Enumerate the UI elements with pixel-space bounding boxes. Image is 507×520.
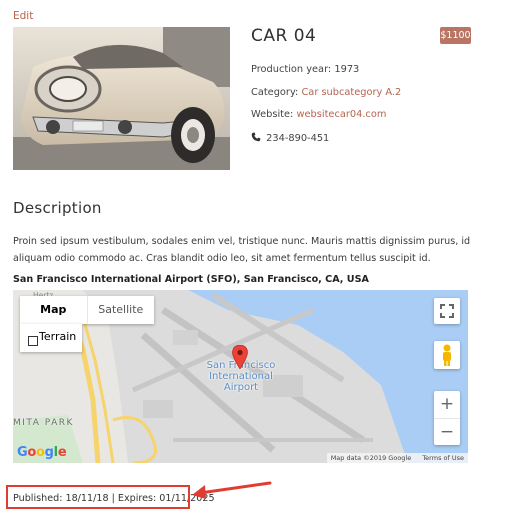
location-map[interactable]: Hertz Map Satellite Terrain + − San Fran… [13,290,468,463]
airport-label-line-3: Airport [223,382,259,393]
website-row: Website: websitecar04.com [251,109,386,120]
map-type-control: Map Satellite [20,296,154,324]
zoom-out-button[interactable]: − [434,418,460,445]
terrain-label: Terrain [39,330,77,343]
map-pin-icon[interactable] [232,345,248,369]
production-year-value: 1973 [334,64,360,75]
phone-row: 234-890-451 [251,132,329,144]
annotation-arrow-icon [192,481,272,499]
terrain-checkbox[interactable] [28,336,38,346]
category-row: Category: Car subcategory A.2 [251,87,401,98]
edit-link[interactable]: Edit [13,10,33,22]
fullscreen-icon [440,304,454,318]
description-heading: Description [13,199,102,217]
production-year-row: Production year: 1973 [251,64,359,75]
production-year-label: Production year: [251,64,332,75]
location-address: San Francisco International Airport (SFO… [13,274,369,285]
annotation-highlight-box [6,485,190,509]
category-link[interactable]: Car subcategory A.2 [301,87,401,98]
park-label: MITA PARK [13,418,74,428]
zoom-control: + − [434,391,460,445]
fullscreen-button[interactable] [434,298,460,324]
price-badge: $1100 [440,27,471,44]
zoom-in-button[interactable]: + [434,391,460,418]
phone-icon [251,132,261,142]
pegman-icon [443,344,451,366]
google-logo: Google [17,445,67,460]
terms-link[interactable]: Terms of Use [422,454,464,462]
category-label: Category: [251,87,299,98]
car-photo [13,27,230,170]
website-label: Website: [251,109,294,120]
description-text: Proin sed ipsum vestibulum, sodales enim… [13,236,471,264]
airport-label-line-2: International [209,371,273,382]
terrain-option[interactable]: Terrain [20,324,82,352]
website-link[interactable]: websitecar04.com [296,109,386,120]
map-attribution: Map data ©2019 Google Terms of Use [326,453,468,463]
map-data-text: Map data ©2019 Google [330,454,412,462]
phone-number: 234-890-451 [266,133,330,144]
satellite-tab[interactable]: Satellite [86,296,155,324]
street-view-button[interactable] [434,341,460,369]
listing-title: CAR 04 [251,26,317,46]
map-tab[interactable]: Map [20,296,87,324]
